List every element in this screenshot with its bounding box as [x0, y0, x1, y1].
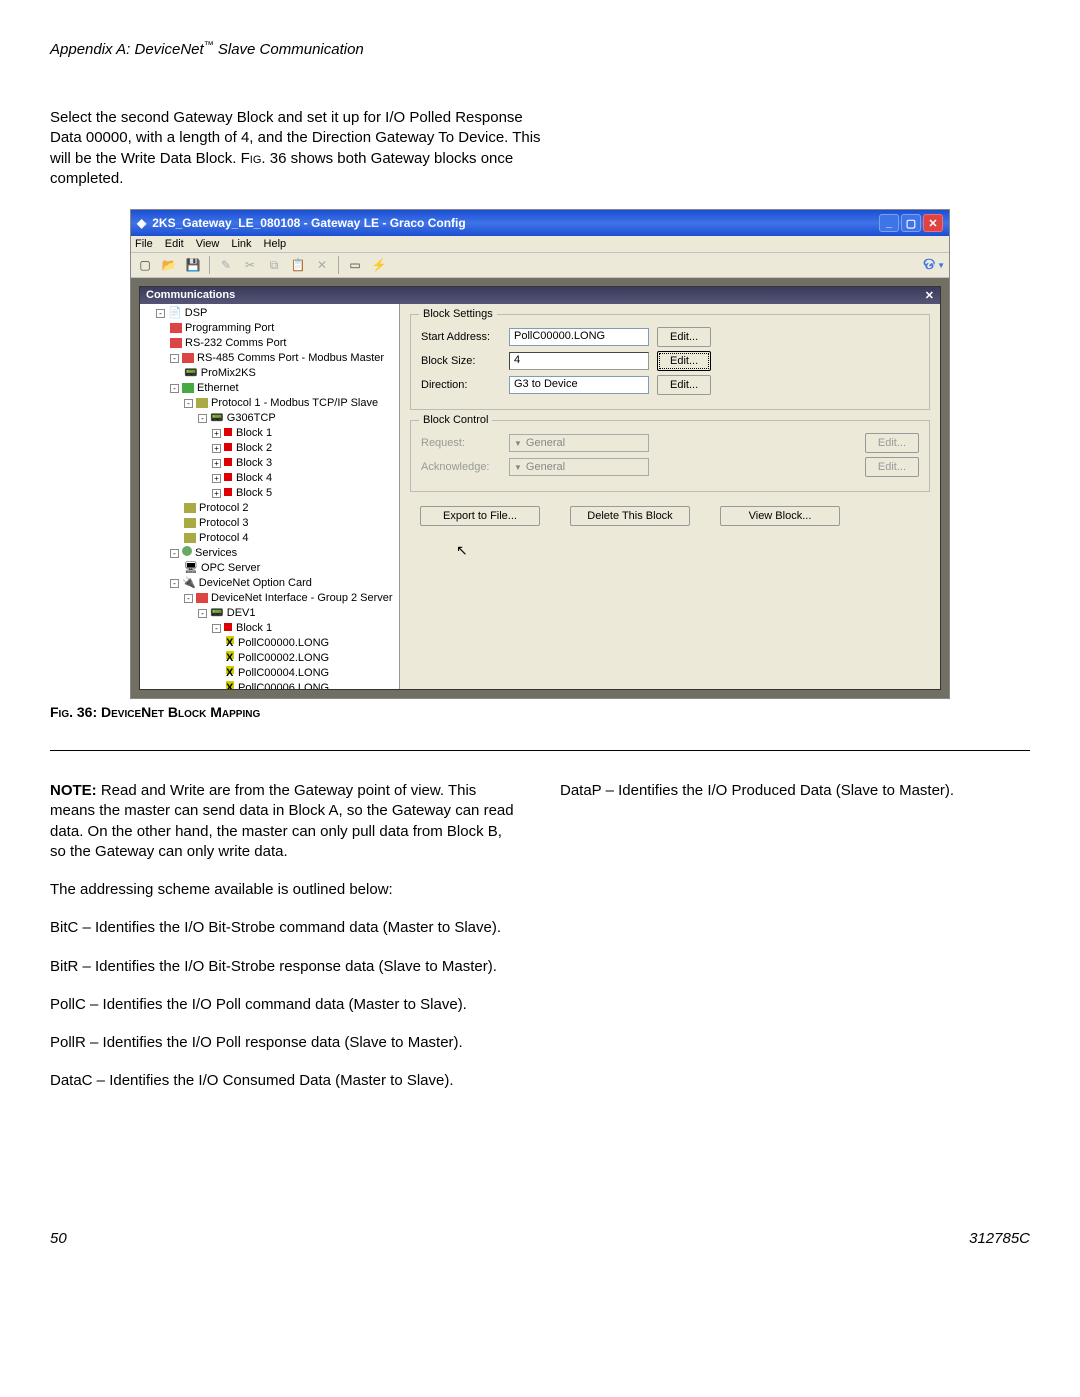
page-number: 50 — [50, 1230, 67, 1247]
def-pollc: PollC – Identifies the I/O Poll command … — [50, 995, 520, 1015]
delete-block-button[interactable]: Delete This Block — [570, 506, 690, 526]
document-number: 312785C — [969, 1230, 1030, 1247]
page-header: Appendix A: DeviceNet™ Slave Communicati… — [50, 40, 1030, 58]
window-title: 2KS_Gateway_LE_080108 - Gateway LE - Gra… — [152, 216, 465, 230]
panel-header: Communications ✕ — [140, 287, 940, 304]
save-icon[interactable]: 💾 — [183, 255, 203, 275]
app-icon: ◆ — [137, 216, 146, 230]
menu-view[interactable]: View — [196, 238, 220, 250]
maximize-button[interactable]: ▢ — [901, 214, 921, 232]
edit-request-button: Edit... — [865, 433, 919, 453]
paste-icon[interactable]: 📋 — [288, 255, 308, 275]
menu-bar: File Edit View Link Help — [131, 236, 949, 253]
request-dropdown: ▼General — [509, 434, 649, 452]
menu-help[interactable]: Help — [264, 238, 287, 250]
acknowledge-label: Acknowledge: — [421, 461, 501, 473]
app-window: ◆ 2KS_Gateway_LE_080108 - Gateway LE - G… — [130, 209, 950, 699]
block-settings-group: Block Settings Start Address: PollC00000… — [410, 314, 930, 410]
edit-direction-button[interactable]: Edit... — [657, 375, 711, 395]
block-size-label: Block Size: — [421, 355, 501, 367]
addressing-intro: The addressing scheme available is outli… — [50, 880, 520, 900]
toolbar: ▢ 📂 💾 ✎ ✂ ⧉ 📋 ✕ ▭ ⚡ ଡ ▼ — [131, 253, 949, 278]
panel-close-icon[interactable]: ✕ — [925, 289, 934, 302]
block-control-group: Block Control Request: ▼General Edit... … — [410, 420, 930, 492]
delete-icon[interactable]: ✕ — [312, 255, 332, 275]
edit-start-button[interactable]: Edit... — [657, 327, 711, 347]
new-icon[interactable]: ▢ — [135, 255, 155, 275]
cut-icon[interactable]: ✂ — [240, 255, 260, 275]
pencil-icon[interactable]: ✎ — [216, 255, 236, 275]
help-icon[interactable]: ଡ — [923, 256, 935, 274]
menu-link[interactable]: Link — [231, 238, 251, 250]
def-datac: DataC – Identifies the I/O Consumed Data… — [50, 1071, 520, 1091]
edit-acknowledge-button: Edit... — [865, 457, 919, 477]
window-icon[interactable]: ▭ — [345, 255, 365, 275]
request-label: Request: — [421, 437, 501, 449]
lightning-icon[interactable]: ⚡ — [369, 255, 389, 275]
start-address-field[interactable]: PollC00000.LONG — [509, 328, 649, 346]
menu-file[interactable]: File — [135, 238, 153, 250]
def-datap: DataP – Identifies the I/O Produced Data… — [560, 781, 1030, 801]
edit-size-button[interactable]: Edit... — [657, 351, 711, 371]
def-pollr: PollR – Identifies the I/O Poll response… — [50, 1033, 520, 1053]
note-paragraph: NOTE: Read and Write are from the Gatewa… — [50, 781, 520, 862]
copy-icon[interactable]: ⧉ — [264, 255, 284, 275]
acknowledge-dropdown: ▼General — [509, 458, 649, 476]
figure-caption: Fig. 36: DeviceNet Block Mapping — [50, 704, 1030, 720]
intro-paragraph: Select the second Gateway Block and set … — [50, 108, 550, 189]
def-bitc: BitC – Identifies the I/O Bit-Strobe com… — [50, 918, 520, 938]
page-footer: 50 312785C — [50, 1230, 1030, 1247]
help-dropdown-icon[interactable]: ▼ — [937, 261, 945, 270]
nav-tree[interactable]: -📄 DSP Programming Port RS-232 Comms Por… — [140, 304, 400, 689]
export-button[interactable]: Export to File... — [420, 506, 540, 526]
close-button[interactable]: ✕ — [923, 214, 943, 232]
def-bitr: BitR – Identifies the I/O Bit-Strobe res… — [50, 957, 520, 977]
detail-pane: Block Settings Start Address: PollC00000… — [400, 304, 940, 689]
start-address-label: Start Address: — [421, 331, 501, 343]
open-icon[interactable]: 📂 — [159, 255, 179, 275]
direction-field[interactable]: G3 to Device — [509, 376, 649, 394]
title-bar: ◆ 2KS_Gateway_LE_080108 - Gateway LE - G… — [131, 210, 949, 236]
minimize-button[interactable]: _ — [879, 214, 899, 232]
block-size-field[interactable]: 4 — [509, 352, 649, 370]
view-block-button[interactable]: View Block... — [720, 506, 840, 526]
menu-edit[interactable]: Edit — [165, 238, 184, 250]
direction-label: Direction: — [421, 379, 501, 391]
